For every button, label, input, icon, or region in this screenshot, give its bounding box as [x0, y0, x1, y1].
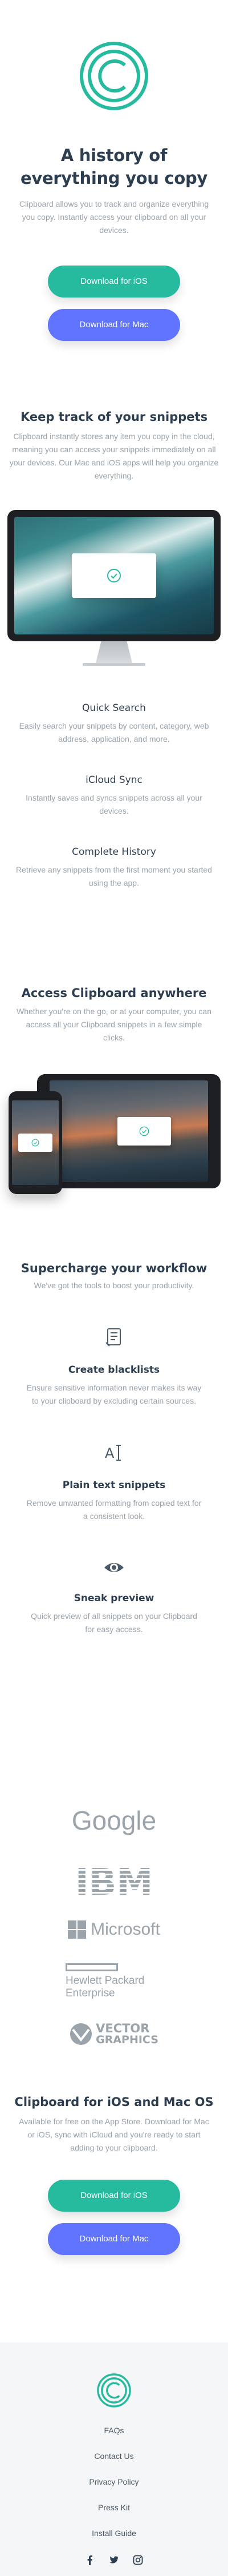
- access-title: Access Clipboard anywhere: [21, 986, 207, 1000]
- feature-title: iCloud Sync: [85, 774, 142, 786]
- instagram-icon[interactable]: [133, 2555, 143, 2565]
- hpe-line2: Enterprise: [66, 1987, 115, 1999]
- blacklist-icon: [103, 1325, 125, 1348]
- text-cursor-icon: A: [103, 1441, 125, 1464]
- snippets-title: Keep track of your snippets: [20, 410, 208, 424]
- check-circle-icon: [31, 1139, 39, 1147]
- hero-download-mac-button[interactable]: Download for Mac: [48, 309, 180, 341]
- footer-social: [0, 2555, 228, 2565]
- phone-device: [9, 1091, 62, 1194]
- feature-title: Complete History: [72, 846, 156, 858]
- clipboard-card: [117, 1117, 171, 1146]
- clipboard-logo-icon: [79, 41, 149, 111]
- snippets-description: Clipboard instantly stores any item you …: [9, 432, 219, 480]
- microsoft-wordmark: Microsoft: [91, 1920, 160, 1939]
- svg-text:IBM: IBM: [75, 1862, 153, 1897]
- workflow-item-text: Ensure sensitive information never makes…: [26, 1383, 202, 1405]
- feature-icloud-sync: iCloud Sync Instantly saves and syncs sn…: [0, 773, 228, 818]
- devices-image: [7, 1074, 221, 1200]
- ibm-logo: IBM: [0, 1862, 228, 1897]
- vector-line2: GRAPHICS: [96, 2034, 158, 2046]
- vector-line1: VECTOR: [96, 2022, 150, 2035]
- monitor-stand-base: [83, 663, 145, 666]
- cta-section: Clipboard for iOS and Mac OS Available f…: [0, 2093, 228, 2255]
- check-circle-icon: [107, 569, 121, 582]
- workflow-item-title: Sneak preview: [74, 1593, 154, 1604]
- monitor-screen: [7, 510, 221, 641]
- feature-quick-search: Quick Search Easily search your snippets…: [0, 701, 228, 746]
- sunset-wallpaper: [50, 1080, 208, 1182]
- hero-section: A history of everything you copy Clipboa…: [0, 41, 228, 341]
- hero-description: Clipboard allows you to track and organi…: [19, 199, 209, 235]
- workflow-item-title: Plain text snippets: [62, 1480, 166, 1491]
- partners-section: Google IBM Microsoft Hewlett Packard Ent…: [0, 1805, 228, 2045]
- cta-title: Clipboard for iOS and Mac OS: [14, 2095, 214, 2109]
- feature-text: Easily search your snippets by content, …: [19, 721, 209, 744]
- facebook-icon[interactable]: [85, 2555, 95, 2565]
- feature-title: Quick Search: [82, 702, 146, 714]
- landing-page: A history of everything you copy Clipboa…: [0, 0, 228, 2576]
- access-description: Whether you're on the go, or at your com…: [17, 1007, 211, 1042]
- footer-link-faqs[interactable]: FAQs: [0, 2425, 228, 2436]
- workflow-section: Supercharge your workflow We've got the …: [0, 1260, 228, 1636]
- site-footer: FAQs Contact Us Privacy Policy Press Kit…: [0, 2342, 228, 2576]
- cta-description: Available for free on the App Store. Dow…: [19, 2117, 209, 2152]
- footer-link-privacy[interactable]: Privacy Policy: [0, 2476, 228, 2487]
- ibm-stripes-icon: IBM: [75, 1862, 153, 1897]
- hpe-line1: Hewlett Packard: [66, 1975, 145, 1987]
- google-logo: Google: [71, 1806, 157, 1835]
- cta-download-mac-button[interactable]: Download for Mac: [48, 2223, 180, 2255]
- feature-text: Instantly saves and syncs snippets acros…: [26, 793, 202, 815]
- workflow-title: Supercharge your workflow: [21, 1261, 207, 1275]
- footer-link-install-guide[interactable]: Install Guide: [0, 2527, 228, 2539]
- feature-text: Retrieve any snippets from the first mom…: [16, 865, 212, 887]
- cta-download-ios-button[interactable]: Download for iOS: [48, 2180, 180, 2212]
- vector-graphics-logo: VECTOR GRAPHICS: [0, 2023, 228, 2045]
- hpe-logo: Hewlett Packard Enterprise: [66, 1963, 162, 2000]
- workflow-item-plain-text: A Plain text snippets Remove unwanted fo…: [0, 1441, 228, 1523]
- ocean-wallpaper: [14, 517, 214, 634]
- microsoft-logo: Microsoft: [0, 1920, 228, 1939]
- sunset-wallpaper: [12, 1100, 59, 1185]
- monitor-stand: [96, 641, 132, 663]
- footer-link-contact[interactable]: Contact Us: [0, 2450, 228, 2462]
- tablet-device: [37, 1074, 221, 1188]
- workflow-item-title: Create blacklists: [68, 1364, 160, 1376]
- workflow-item-text: Remove unwanted formatting from copied t…: [26, 1498, 202, 1521]
- access-section: Access Clipboard anywhere Whether you're…: [0, 984, 228, 1200]
- hpe-rectangle-icon: [66, 1963, 118, 1971]
- snippets-section: Keep track of your snippets Clipboard in…: [0, 408, 228, 890]
- workflow-item-text: Quick preview of all snippets on your Cl…: [31, 1611, 197, 1634]
- desktop-monitor-image: [7, 510, 221, 666]
- feature-complete-history: Complete History Retrieve any snippets f…: [0, 845, 228, 890]
- twitter-icon[interactable]: [109, 2555, 119, 2565]
- clipboard-card: [72, 553, 156, 598]
- workflow-item-sneak-preview: Sneak preview Quick preview of all snipp…: [0, 1556, 228, 1636]
- hero-title: A history of everything you copy: [20, 146, 208, 188]
- microsoft-squares-icon: [68, 1920, 87, 1939]
- vector-wordmark: VECTOR GRAPHICS: [96, 2022, 158, 2046]
- workflow-item-blacklists: Create blacklists Ensure sensitive infor…: [0, 1325, 228, 1408]
- clipboard-card: [18, 1134, 52, 1152]
- footer-nav: FAQs Contact Us Privacy Policy Press Kit…: [0, 2425, 228, 2539]
- footer-logo-icon[interactable]: [97, 2373, 131, 2408]
- vector-globe-icon: [70, 2023, 92, 2045]
- check-circle-icon: [139, 1126, 149, 1136]
- hero-download-ios-button[interactable]: Download for iOS: [48, 266, 180, 298]
- footer-link-press-kit[interactable]: Press Kit: [0, 2502, 228, 2513]
- svg-text:A: A: [105, 1445, 115, 1461]
- workflow-subtitle: We've got the tools to boost your produc…: [34, 1281, 194, 1290]
- eye-icon: [103, 1556, 125, 1579]
